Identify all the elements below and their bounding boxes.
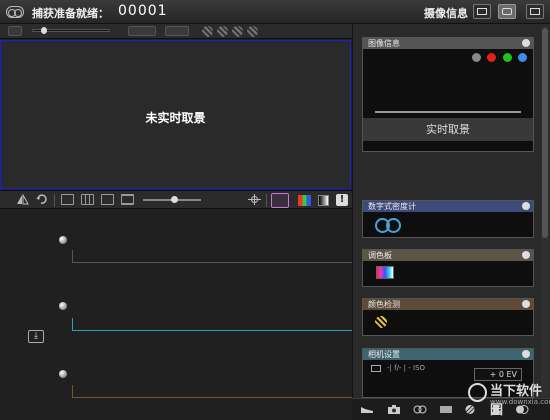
camera-exposure-row: -| f/- | - ISO — [371, 364, 425, 372]
warning-icon[interactable]: ! — [336, 194, 348, 206]
aperture-button[interactable] — [128, 26, 156, 36]
palette-header[interactable]: 调色板 — [363, 250, 533, 261]
slider-knob[interactable] — [41, 27, 47, 34]
app-logo-icon — [6, 6, 24, 18]
image-info-status: 实时取景 — [363, 118, 533, 141]
track-2-tick — [72, 318, 73, 330]
gray-channel-dot[interactable] — [471, 53, 481, 62]
densitometer-panel: 数字式密度计 — [362, 200, 534, 238]
capture-mode-button[interactable] — [8, 26, 22, 36]
capture-toolbar — [0, 24, 352, 39]
panel-title: 相机设置 — [368, 350, 400, 359]
grid-1-icon[interactable] — [61, 194, 74, 205]
track-2-marker[interactable] — [59, 302, 67, 310]
rgb-icon[interactable] — [298, 195, 311, 206]
track-1-marker[interactable] — [59, 236, 67, 244]
letterbox-icon[interactable] — [121, 194, 134, 205]
compact-view-button[interactable] — [526, 4, 544, 19]
toolbar-divider — [266, 194, 267, 207]
blue-channel-dot[interactable] — [518, 53, 527, 62]
frame-counter: 00001 — [118, 3, 168, 19]
ev-compensation-field[interactable]: + 0 EV — [474, 368, 522, 381]
gradient-icon[interactable] — [318, 195, 329, 206]
histogram-baseline — [375, 111, 521, 113]
import-icon[interactable]: ⤓ — [28, 330, 44, 343]
palette-icon[interactable] — [439, 404, 453, 415]
scrollbar-thumb[interactable] — [542, 28, 548, 238]
live-view-message: 未实时取景 — [145, 111, 206, 125]
track-3-tick — [72, 385, 73, 397]
track-3-marker[interactable] — [59, 370, 67, 378]
densitometer-icon[interactable] — [375, 218, 405, 233]
camera-info-label: 摄像信息 — [424, 7, 468, 20]
live-view-area[interactable]: 未实时取景 — [0, 40, 351, 189]
view-toolbar: ! — [0, 190, 352, 209]
track-3-line — [72, 397, 352, 398]
title-bar: 捕获准备就绪： 00001 摄像信息 — [0, 0, 550, 24]
panel-bottom-bar — [352, 398, 550, 420]
collapse-icon[interactable] — [522, 350, 530, 358]
panel-title: 调色板 — [368, 251, 392, 260]
capture-status-label: 捕获准备就绪： — [32, 7, 109, 20]
capture-slider[interactable] — [32, 27, 110, 34]
toolbar-divider — [54, 194, 55, 207]
image-info-panel: 图像信息 实时取景 — [362, 37, 534, 152]
track-1-line — [72, 262, 352, 263]
mask-3-icon[interactable] — [232, 26, 243, 37]
densitometer-icon[interactable] — [413, 404, 427, 415]
mask-4-icon[interactable] — [247, 26, 258, 37]
image-info-header[interactable]: 图像信息 — [363, 38, 533, 49]
color-check-panel: 颜色检测 — [362, 298, 534, 336]
flip-icon[interactable] — [16, 194, 29, 205]
palette-panel: 调色板 — [362, 249, 534, 287]
shoe-icon[interactable] — [360, 404, 374, 415]
channel-dots — [469, 52, 527, 65]
densitometer-header[interactable]: 数字式密度计 — [363, 201, 533, 212]
camera-icon[interactable] — [387, 404, 401, 415]
collapse-icon[interactable] — [522, 202, 530, 210]
panel-title: 图像信息 — [368, 39, 400, 48]
zoom-knob[interactable] — [171, 196, 178, 203]
focus-button[interactable] — [165, 26, 189, 36]
collapse-icon[interactable] — [522, 251, 530, 259]
zoom-slider[interactable] — [143, 196, 201, 203]
camera-icon — [371, 364, 381, 372]
timeline-area: ⤓ — [0, 210, 352, 420]
panel-title: 数字式密度计 — [368, 202, 416, 211]
rotate-icon[interactable] — [35, 194, 48, 205]
monitor-view-button[interactable] — [473, 4, 491, 19]
track-2-line — [72, 330, 352, 331]
track-1-tick — [72, 250, 73, 262]
mask-2-icon[interactable] — [217, 26, 228, 37]
exposure-readout: -| f/- | - ISO — [387, 364, 426, 372]
overlay-button[interactable] — [271, 193, 289, 208]
camera-settings-header[interactable]: 相机设置 — [363, 349, 533, 360]
camera-view-button[interactable] — [498, 4, 516, 19]
color-check-icon[interactable] — [375, 316, 387, 328]
crosshair-icon[interactable] — [248, 194, 261, 205]
grid-2-icon[interactable] — [81, 194, 94, 205]
red-channel-dot[interactable] — [487, 53, 496, 62]
battery-icon[interactable] — [489, 404, 503, 415]
color-check-header[interactable]: 颜色检测 — [363, 299, 533, 310]
info-icon[interactable] — [522, 39, 530, 47]
palette-icon[interactable] — [376, 266, 394, 279]
tool-icon[interactable] — [515, 404, 529, 415]
frame-icon[interactable] — [101, 194, 114, 205]
collapse-icon[interactable] — [522, 300, 530, 308]
green-channel-dot[interactable] — [502, 53, 512, 62]
color-check-icon[interactable] — [463, 404, 477, 415]
mask-1-icon[interactable] — [202, 26, 213, 37]
panel-title: 颜色检测 — [368, 300, 400, 309]
